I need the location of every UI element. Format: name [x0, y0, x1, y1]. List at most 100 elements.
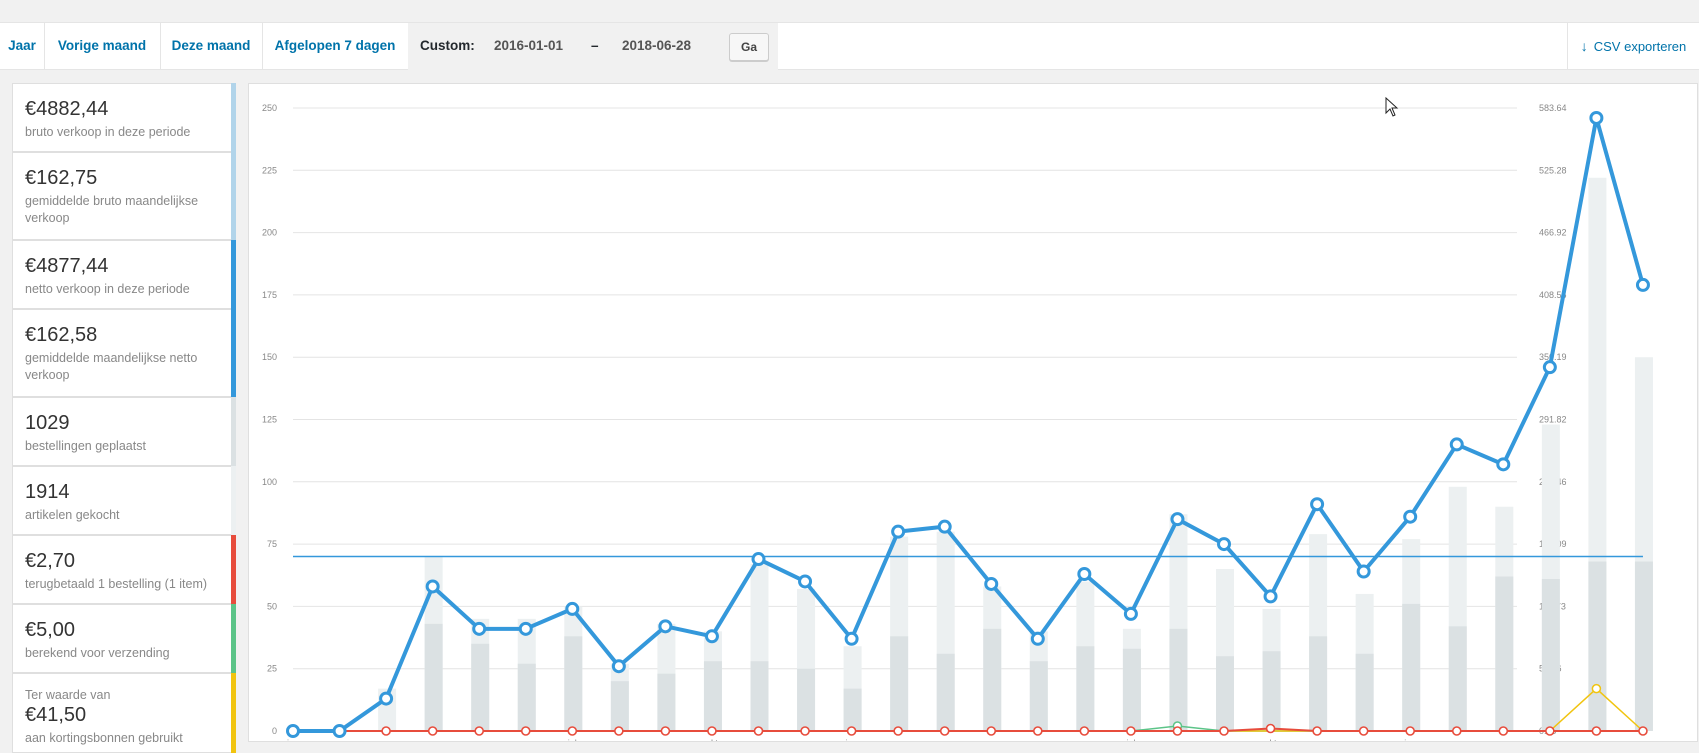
refunds-point — [1451, 726, 1462, 736]
legend-color-bar — [231, 535, 236, 604]
x-tick-label: apr — [426, 738, 439, 741]
refunds-point — [381, 726, 391, 736]
net-sales-point — [611, 659, 626, 674]
bar-orders — [1029, 661, 1048, 731]
y-tick-label-right: 525.28 — [1539, 165, 1567, 175]
legend-amount: €5,00 — [25, 619, 76, 641]
legend-item-coupons[interactable]: Ter waarde van €41,50 aan kortingsbonnen… — [12, 673, 236, 753]
coupons-line — [293, 687, 1644, 732]
legend-color-bar — [231, 152, 236, 240]
x-tick-label: jan — [286, 738, 299, 741]
legend-desc: bruto verkoop in deze periode — [25, 125, 191, 139]
bar-orders — [471, 643, 490, 731]
legend-item-shipping[interactable]: €5,00 berekend voor verzending — [12, 604, 236, 673]
legend-amount: €2,70 — [25, 550, 76, 572]
legend-item-orders[interactable]: 1029 bestellingen geplaatst — [12, 397, 236, 466]
tab-deze-maand[interactable]: Deze maand — [160, 23, 263, 69]
net-sales-point — [1496, 457, 1511, 472]
refunds-point — [1079, 726, 1090, 736]
y-tick-label-left: 75 — [267, 539, 277, 549]
net-sales-point — [937, 519, 952, 534]
legend-color-bar — [231, 604, 236, 673]
legend-item-net-sales[interactable]: €4877,44 netto verkoop in deze periode — [12, 240, 236, 309]
y-tick-label-right: 583.64 — [1539, 103, 1567, 113]
bar-orders — [1076, 646, 1095, 731]
bar-orders — [1169, 628, 1188, 731]
bar-orders — [1262, 651, 1281, 731]
net-sales-point — [472, 621, 487, 636]
legend-desc: bestellingen geplaatst — [25, 439, 146, 453]
y-tick-label-left: 150 — [262, 352, 277, 362]
y-tick-label-right: 466.92 — [1539, 228, 1567, 238]
refunds-point — [614, 726, 624, 736]
net-sales-point — [984, 576, 999, 591]
net-sales-point — [798, 574, 813, 589]
net-sales-point — [1635, 277, 1650, 292]
legend-amount: €41,50 — [25, 704, 87, 726]
legend-item-refunds[interactable]: €2,70 terugbetaald 1 bestelling (1 item) — [12, 535, 236, 604]
x-tick-label: apr — [1543, 738, 1556, 741]
x-tick-label: jul — [567, 738, 577, 741]
legend-color-bar — [231, 397, 236, 466]
tab-vorige-maand[interactable]: Vorige maand — [44, 23, 161, 69]
bar-orders — [1216, 656, 1234, 731]
refunds-point — [660, 726, 671, 736]
refunds-point — [893, 726, 903, 736]
bar-orders — [1309, 636, 1328, 731]
refunds-point — [427, 726, 438, 736]
y-tick-label-left: 100 — [262, 477, 277, 487]
net-sales-point — [379, 691, 394, 706]
refunds-line — [293, 727, 1643, 732]
net-sales-point — [1449, 437, 1464, 452]
date-to-input[interactable]: 2018-06-28 — [622, 23, 691, 69]
y-tick-label-left: 250 — [262, 103, 277, 113]
net-sales-point — [1030, 631, 1045, 646]
net-sales-point — [518, 621, 533, 636]
legend-amount: 1914 — [25, 481, 70, 503]
x-tick-label: jul — [1125, 738, 1135, 741]
legend-amount: €4877,44 — [25, 255, 109, 277]
bar-orders — [703, 661, 722, 731]
refunds-point — [986, 726, 997, 736]
date-separator: – — [591, 38, 599, 53]
x-tick-label: okt — [1265, 738, 1278, 741]
legend-item-avg-gross-sales[interactable]: €162,75 gemiddelde bruto maandelijkse ve… — [12, 152, 236, 240]
net-sales-point — [844, 631, 859, 646]
go-button[interactable]: Ga — [729, 33, 769, 61]
refunds-point — [707, 726, 717, 736]
refunds-point — [1545, 726, 1555, 736]
x-tick-label: apr — [985, 738, 998, 741]
refunds-point — [1219, 726, 1229, 736]
legend-item-avg-net-sales[interactable]: €162,58 gemiddelde maandelijkse netto ve… — [12, 309, 236, 397]
refunds-point — [520, 726, 531, 736]
bar-orders — [1495, 576, 1514, 731]
legend-color-bar — [231, 309, 236, 397]
bar-orders — [1634, 561, 1653, 731]
legend-item-items[interactable]: 1914 artikelen gekocht — [12, 466, 236, 535]
bar-orders — [936, 653, 955, 731]
legend-item-gross-sales[interactable]: €4882,44 bruto verkoop in deze periode — [12, 83, 236, 152]
net-sales-point — [1077, 567, 1092, 582]
net-sales-point — [1356, 564, 1371, 579]
bar-orders — [1355, 653, 1374, 731]
net-sales-point — [751, 552, 766, 567]
tab-jaar[interactable]: Jaar — [0, 23, 45, 69]
bar-orders — [424, 623, 443, 731]
date-from-input[interactable]: 2016-01-01 — [494, 23, 563, 69]
bar-orders — [517, 663, 536, 731]
csv-export-button[interactable]: ↓ CSV exporteren — [1567, 23, 1699, 69]
tab-afgelopen-7-dagen[interactable]: Afgelopen 7 dagen — [262, 23, 409, 69]
legend-amount: €4882,44 — [25, 98, 109, 120]
legend-color-bar — [231, 83, 236, 152]
bar-orders — [1541, 578, 1560, 731]
bar-orders — [1588, 561, 1607, 731]
y-tick-label-right: 291.82 — [1539, 415, 1567, 425]
top-gap — [0, 0, 1699, 22]
bar-orders — [843, 688, 862, 731]
refunds-point — [1172, 726, 1183, 736]
net-sales-point — [286, 724, 300, 738]
legend-color-bar — [231, 673, 236, 753]
net-sales-point — [425, 579, 440, 594]
net-sales-point — [1403, 509, 1418, 524]
y-tick-label-left: 125 — [262, 415, 277, 425]
